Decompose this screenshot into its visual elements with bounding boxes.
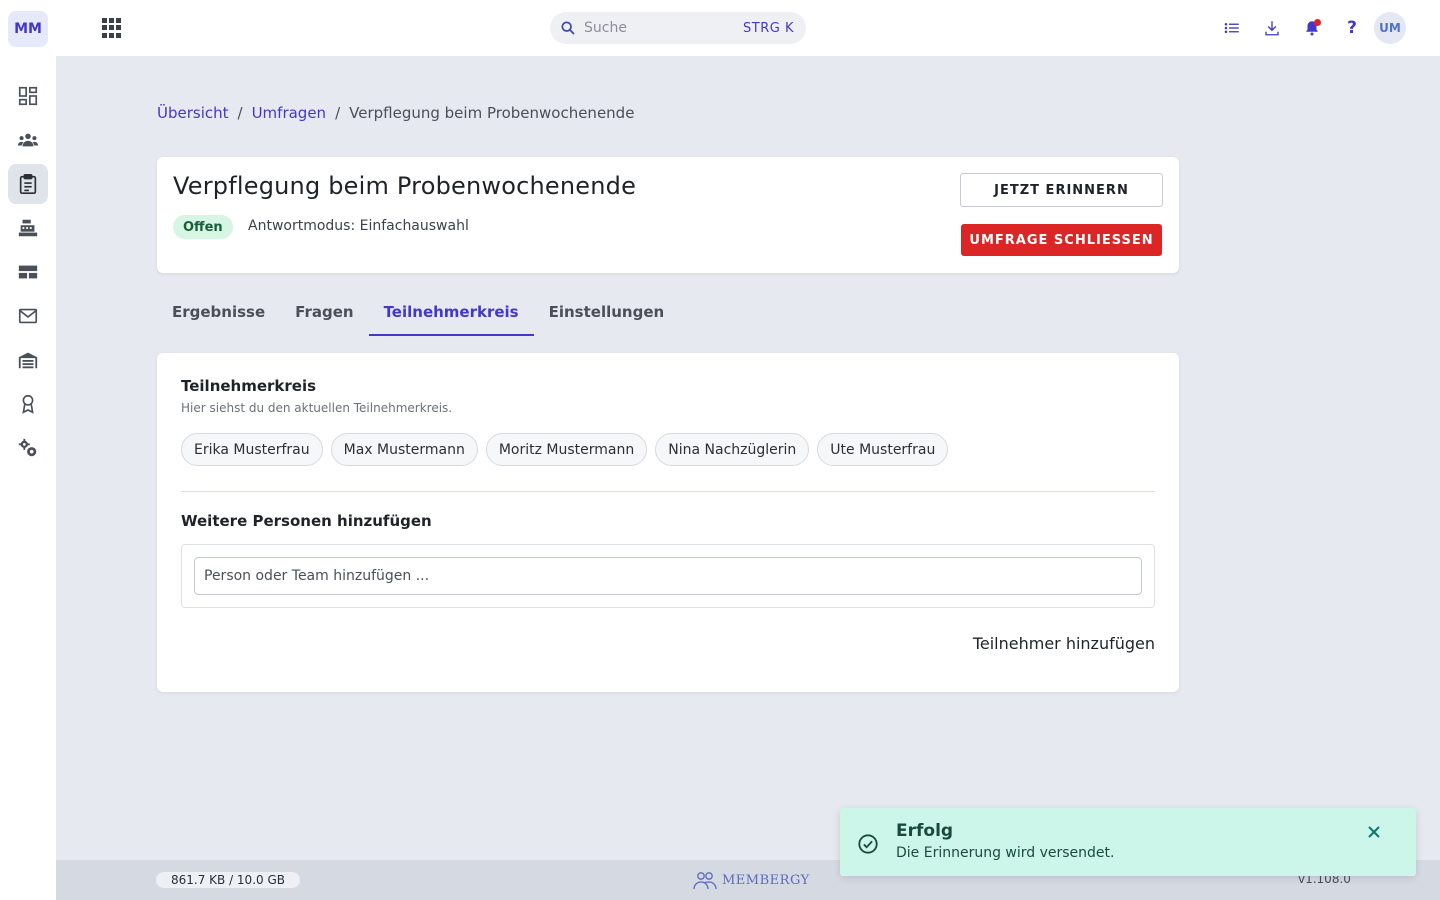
storage-usage: 861.7 KB / 10.0 GB xyxy=(156,872,300,888)
tab-settings[interactable]: Einstellungen xyxy=(534,288,680,336)
avatar[interactable]: UM xyxy=(1374,12,1406,44)
person-team-input[interactable] xyxy=(194,557,1142,595)
table-icon xyxy=(18,265,38,279)
apps-grid-icon[interactable] xyxy=(100,16,124,40)
page-title: Verpflegung beim Probenwochenende xyxy=(173,172,637,200)
breadcrumb-surveys[interactable]: Umfragen xyxy=(252,104,327,122)
add-people-title: Weitere Personen hinzufügen xyxy=(181,512,432,530)
sidebar-item-cashier[interactable] xyxy=(8,208,48,248)
dashboard-icon xyxy=(18,86,38,106)
tab-bar: Ergebnisse Fragen Teilnehmerkreis Einste… xyxy=(157,288,679,336)
brand-logo: MEMBERGY xyxy=(692,870,810,890)
divider xyxy=(181,491,1155,492)
brand-name: MEMBERGY xyxy=(722,872,810,888)
add-participants-button[interactable]: Teilnehmer hinzufügen xyxy=(973,634,1155,653)
sidebar-item-dashboard[interactable] xyxy=(8,76,48,116)
tab-results[interactable]: Ergebnisse xyxy=(157,288,280,336)
sidebar-item-mail[interactable] xyxy=(8,296,48,336)
search-icon xyxy=(561,21,575,35)
breadcrumb-overview[interactable]: Übersicht xyxy=(157,104,229,122)
bell-icon[interactable] xyxy=(1300,16,1324,40)
breadcrumb: Übersicht / Umfragen / Verpflegung beim … xyxy=(157,104,634,122)
search-bar[interactable]: Suche STRG K xyxy=(550,12,806,44)
toast-title: Erfolg xyxy=(896,821,954,841)
close-survey-button[interactable]: UMFRAGE SCHLIESSEN xyxy=(961,224,1162,256)
search-placeholder: Suche xyxy=(584,20,627,36)
add-people-box xyxy=(181,544,1155,608)
participants-subtitle: Hier siehst du den aktuellen Teilnehmerk… xyxy=(181,401,453,415)
breadcrumb-current: Verpflegung beim Probenwochenende xyxy=(349,104,635,122)
close-icon[interactable] xyxy=(1364,822,1384,842)
participant-chip[interactable]: Max Mustermann xyxy=(330,433,478,466)
members-icon xyxy=(17,133,39,147)
participant-chip[interactable]: Nina Nachzüglerin xyxy=(655,433,810,466)
toast-message: Die Erinnerung wird versendet. xyxy=(896,845,1115,861)
sidebar-item-settings[interactable] xyxy=(8,428,48,468)
cash-register-icon xyxy=(18,219,38,237)
sidebar: MM xyxy=(0,0,56,900)
tab-questions[interactable]: Fragen xyxy=(280,288,368,336)
participants-card: Teilnehmerkreis Hier siehst du den aktue… xyxy=(157,353,1179,692)
participant-chips: Erika Musterfrau Max Mustermann Moritz M… xyxy=(181,433,949,466)
remind-now-button[interactable]: JETZT ERINNERN xyxy=(960,173,1163,207)
sidebar-item-awards[interactable] xyxy=(8,384,48,424)
help-icon[interactable]: ? xyxy=(1340,16,1364,40)
check-circle-icon xyxy=(858,834,878,854)
status-badge: Offen xyxy=(173,215,233,239)
clipboard-icon xyxy=(19,174,37,194)
warehouse-icon xyxy=(18,352,38,369)
list-icon[interactable] xyxy=(1220,16,1244,40)
topbar: Suche STRG K ? UM xyxy=(56,0,1440,56)
mail-icon xyxy=(18,308,38,324)
tab-participants[interactable]: Teilnehmerkreis xyxy=(368,288,534,336)
participant-chip[interactable]: Moritz Mustermann xyxy=(485,433,648,466)
notification-dot xyxy=(1314,19,1321,26)
sidebar-item-inventory[interactable] xyxy=(8,340,48,380)
sidebar-item-surveys[interactable] xyxy=(8,164,48,204)
sidebar-item-tables[interactable] xyxy=(8,252,48,292)
participant-chip[interactable]: Erika Musterfrau xyxy=(181,433,323,466)
brand-icon xyxy=(693,872,717,890)
participants-title: Teilnehmerkreis xyxy=(181,377,317,395)
download-icon[interactable] xyxy=(1260,16,1284,40)
award-icon xyxy=(22,394,34,414)
success-toast: Erfolg Die Erinnerung wird versendet. xyxy=(840,808,1416,876)
search-shortcut: STRG K xyxy=(743,20,794,36)
breadcrumb-separator: / xyxy=(335,104,341,122)
participant-chip[interactable]: Ute Musterfrau xyxy=(817,433,949,466)
breadcrumb-separator: / xyxy=(237,104,243,122)
survey-header-card: Verpflegung beim Probenwochenende Offen … xyxy=(157,157,1179,273)
sidebar-item-members[interactable] xyxy=(8,120,48,160)
answer-mode: Antwortmodus: Einfachauswahl xyxy=(248,218,469,234)
app-logo[interactable]: MM xyxy=(8,11,48,47)
settings-icon xyxy=(18,438,37,457)
